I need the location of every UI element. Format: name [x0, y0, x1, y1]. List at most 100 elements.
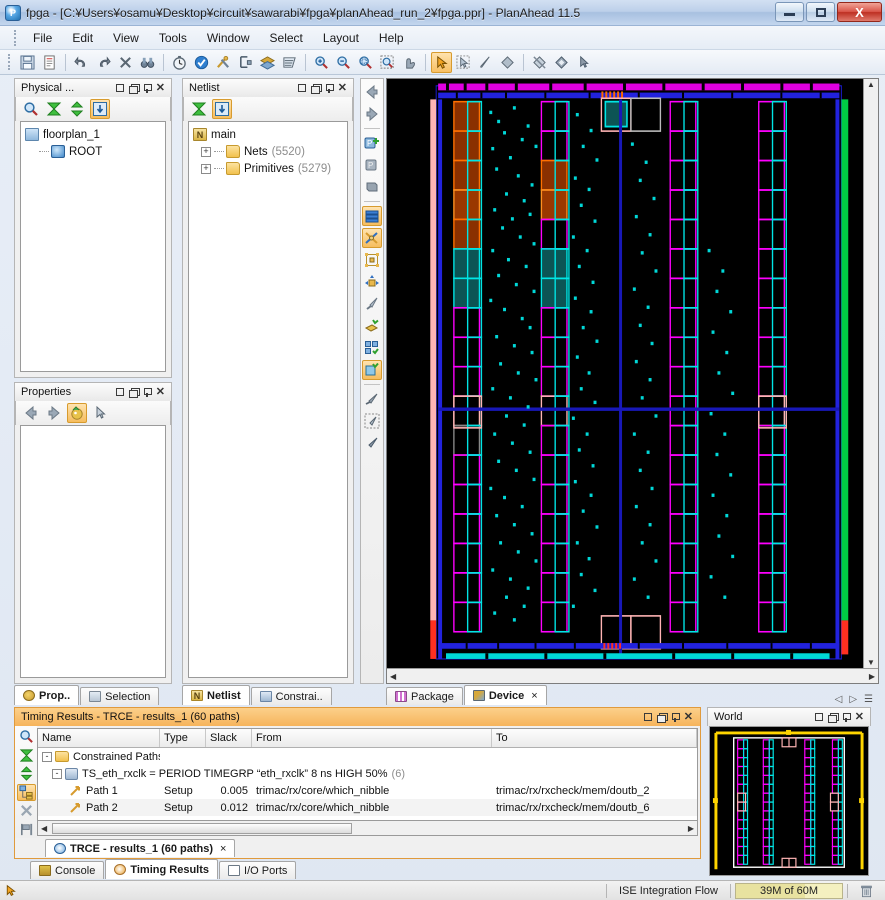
table-row[interactable]: Path 3 Setup 0.014 trimac/rx/core/fifo_d… — [38, 816, 697, 820]
timing-grid-rows[interactable]: - Constrained Paths (24) - TS_eth_rxclk … — [38, 748, 697, 820]
pin-panel-icon[interactable] — [325, 84, 333, 93]
unplace-icon[interactable] — [362, 294, 382, 314]
report-icon[interactable] — [39, 52, 60, 73]
autofit-icon[interactable] — [212, 99, 232, 119]
table-row[interactable]: Path 2 Setup 0.012 trimac/rx/core/which_… — [38, 799, 697, 816]
collapse-icon[interactable]: - — [42, 752, 52, 762]
zoom-area-icon[interactable] — [377, 52, 398, 73]
tab-package[interactable]: Package — [386, 687, 463, 705]
pick-icon[interactable] — [362, 433, 382, 453]
region-icon[interactable] — [362, 177, 382, 197]
device-vertical-scrollbar[interactable]: ▲ ▼ — [863, 79, 878, 668]
redo-icon[interactable] — [93, 52, 114, 73]
pin-panel-icon[interactable] — [143, 84, 151, 93]
previous-view-arrow[interactable]: ◁ — [835, 694, 843, 705]
check-icon[interactable] — [191, 52, 212, 73]
pan-icon[interactable] — [399, 52, 420, 73]
binoculars-icon[interactable] — [137, 52, 158, 73]
paste-shape-icon[interactable] — [551, 52, 572, 73]
close-tab-icon[interactable]: × — [531, 690, 537, 702]
layers-icon[interactable] — [362, 206, 382, 226]
collapse-icon[interactable]: - — [52, 769, 62, 779]
scroll-right-arrow[interactable]: ▶ — [685, 823, 697, 834]
column-header-slack[interactable]: Slack — [206, 729, 252, 747]
forward-arrow-icon[interactable] — [44, 403, 64, 423]
scroll-left-arrow[interactable]: ◀ — [387, 671, 399, 682]
device-horizontal-scrollbar[interactable]: ◀ ▶ — [387, 668, 878, 683]
back-arrow-icon[interactable] — [362, 82, 382, 102]
menu-edit[interactable]: Edit — [63, 28, 102, 48]
next-view-arrow[interactable]: ▷ — [849, 694, 857, 705]
expand-all-icon[interactable] — [67, 99, 87, 119]
expand-nets-icon[interactable]: + — [201, 147, 211, 157]
view-list-icon[interactable]: ☰ — [864, 694, 873, 705]
restore-panel-icon[interactable] — [129, 388, 138, 396]
nets-icon[interactable] — [362, 250, 382, 270]
timer-icon[interactable] — [169, 52, 190, 73]
physical-tree[interactable]: floorplan_1 ROOT — [20, 121, 166, 372]
group-icon[interactable] — [17, 784, 36, 802]
tab-console[interactable]: Console — [30, 861, 104, 879]
close-panel-icon[interactable]: ✕ — [156, 83, 165, 94]
tab-io-ports[interactable]: I/O Ports — [219, 861, 296, 879]
cut-icon[interactable] — [529, 52, 550, 73]
world-minimap[interactable] — [709, 726, 869, 876]
expand-primitives-icon[interactable]: + — [201, 164, 211, 174]
place-icon[interactable] — [362, 316, 382, 336]
scroll-thumb[interactable] — [52, 823, 352, 834]
pblock-icon[interactable]: P — [362, 155, 382, 175]
close-x-icon[interactable] — [115, 52, 136, 73]
close-button[interactable]: X — [837, 2, 882, 22]
pin-panel-icon[interactable] — [671, 713, 679, 722]
pin-panel-icon[interactable] — [842, 713, 850, 722]
menu-window[interactable]: Window — [198, 28, 259, 48]
timing-horizontal-scrollbar[interactable]: ◀ ▶ — [38, 820, 697, 835]
back-arrow-icon[interactable] — [21, 403, 41, 423]
properties-content[interactable] — [20, 425, 166, 678]
ruler-icon[interactable] — [235, 52, 256, 73]
restore-panel-icon[interactable] — [129, 84, 138, 92]
maximize-button[interactable] — [806, 2, 835, 22]
restore-panel-icon[interactable] — [311, 84, 320, 92]
pointer-icon[interactable] — [90, 403, 110, 423]
tab-trce-results[interactable]: TRCE - results_1 (60 paths) × — [45, 839, 235, 857]
pin-panel-icon[interactable] — [143, 388, 151, 397]
tab-timing-results[interactable]: Timing Results — [105, 859, 218, 879]
netlist-tree[interactable]: N main + Nets (5520) + — [188, 121, 348, 678]
tree-item-primitives[interactable]: + Primitives (5279) — [193, 160, 347, 177]
tab-constraints[interactable]: Constrai.. — [251, 687, 332, 705]
maximize-panel-icon[interactable] — [116, 84, 124, 92]
new-pblock-icon[interactable]: P — [362, 133, 382, 153]
menu-select[interactable]: Select — [261, 28, 312, 48]
search-icon[interactable] — [21, 99, 41, 119]
routing-icon[interactable] — [362, 228, 382, 248]
probe-icon[interactable] — [573, 52, 594, 73]
tree-item-nets[interactable]: + Nets (5520) — [193, 143, 347, 160]
highlight-icon[interactable] — [362, 360, 382, 380]
menu-help[interactable]: Help — [370, 28, 413, 48]
maximize-panel-icon[interactable] — [116, 388, 124, 396]
tab-device[interactable]: Device × — [464, 685, 547, 705]
trash-icon[interactable] — [852, 884, 881, 898]
scroll-up-arrow[interactable]: ▲ — [864, 79, 878, 90]
column-header-to[interactable]: To — [492, 729, 697, 747]
grid-icon[interactable] — [362, 338, 382, 358]
properties-icon[interactable] — [67, 403, 87, 423]
menu-tools[interactable]: Tools — [150, 28, 196, 48]
collapse-all-icon[interactable] — [44, 99, 64, 119]
table-row[interactable]: - TS_eth_rxclk = PERIOD TIMEGRP “eth_rxc… — [38, 765, 697, 782]
close-tab-icon[interactable]: × — [220, 843, 226, 855]
table-row[interactable]: Path 1 Setup 0.005 trimac/rx/core/which_… — [38, 782, 697, 799]
scroll-down-arrow[interactable]: ▼ — [864, 657, 878, 668]
undo-icon[interactable] — [71, 52, 92, 73]
expand-all-icon[interactable] — [17, 765, 36, 783]
search-icon[interactable] — [17, 728, 36, 746]
draw-line-icon[interactable] — [475, 52, 496, 73]
minimize-button[interactable] — [775, 2, 804, 22]
tab-selection[interactable]: Selection — [80, 687, 159, 705]
draw-shape-icon[interactable] — [497, 52, 518, 73]
tree-item-main[interactable]: N main — [193, 126, 347, 143]
column-header-from[interactable]: From — [252, 729, 492, 747]
select-arrow-icon[interactable] — [431, 52, 452, 73]
delete-icon[interactable] — [17, 802, 36, 820]
